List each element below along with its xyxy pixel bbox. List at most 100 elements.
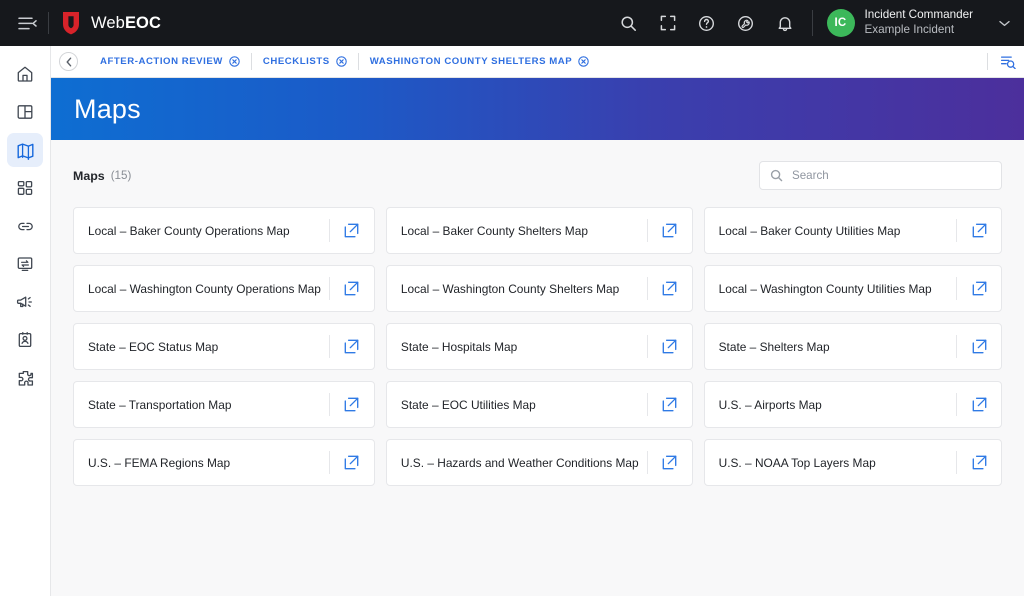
close-circle-icon[interactable]	[229, 56, 240, 67]
map-card[interactable]: Local – Baker County Operations Map	[73, 207, 375, 254]
external-link-icon[interactable]	[648, 382, 692, 427]
sidebar-item-plugins[interactable]	[7, 171, 43, 205]
notifications-bell-icon[interactable]	[774, 12, 796, 34]
map-card-title: Local – Baker County Shelters Map	[401, 224, 647, 238]
search-icon[interactable]	[618, 12, 640, 34]
map-card-title: Local – Washington County Operations Map	[88, 282, 329, 296]
brand-logo-area[interactable]: WebEOC	[61, 11, 161, 35]
map-card[interactable]: State – Hospitals Map	[386, 323, 693, 370]
sidebar-item-maps[interactable]	[7, 133, 43, 167]
map-card-title: U.S. – Hazards and Weather Conditions Ma…	[401, 456, 647, 470]
external-link-icon[interactable]	[648, 324, 692, 369]
header-divider-2	[812, 10, 813, 36]
content-header: Maps (15)	[73, 140, 1002, 207]
sidebar-item-messages[interactable]	[7, 285, 43, 319]
map-card-title: State – Hospitals Map	[401, 340, 647, 354]
external-link-icon[interactable]	[648, 440, 692, 485]
main-column: AFTER-ACTION REVIEW CHECKLISTS WASHINGTO…	[51, 46, 1024, 596]
map-card-title: U.S. – NOAA Top Layers Map	[719, 456, 956, 470]
fullscreen-icon[interactable]	[657, 12, 679, 34]
external-link-icon[interactable]	[957, 266, 1001, 311]
external-link-icon[interactable]	[330, 324, 374, 369]
user-identity: Incident Commander Example Incident	[865, 8, 974, 38]
tab-label: AFTER-ACTION REVIEW	[100, 56, 223, 67]
map-card[interactable]: Local – Washington County Operations Map	[73, 265, 375, 312]
external-link-icon[interactable]	[330, 208, 374, 253]
tab-label: WASHINGTON COUNTY SHELTERS MAP	[370, 56, 573, 67]
external-link-icon[interactable]	[957, 324, 1001, 369]
map-card-title: Local – Baker County Utilities Map	[719, 224, 956, 238]
external-link-icon[interactable]	[330, 382, 374, 427]
tools-icon[interactable]	[735, 12, 757, 34]
external-link-icon[interactable]	[957, 382, 1001, 427]
map-card[interactable]: Local – Washington County Utilities Map	[704, 265, 1002, 312]
external-link-icon[interactable]	[330, 440, 374, 485]
app-body: AFTER-ACTION REVIEW CHECKLISTS WASHINGTO…	[0, 46, 1024, 596]
search-box[interactable]	[759, 161, 1002, 190]
top-header: WebEOC	[0, 0, 1024, 46]
map-card-title: State – EOC Status Map	[88, 340, 329, 354]
map-card-title: State – EOC Utilities Map	[401, 398, 647, 412]
page-hero-banner: Maps	[51, 78, 1024, 140]
chevron-left-icon[interactable]	[59, 52, 78, 71]
avatar: IC	[827, 9, 855, 37]
sidebar-item-contacts[interactable]	[7, 323, 43, 357]
maps-grid: Local – Baker County Operations Map Loca…	[73, 207, 1002, 486]
user-menu[interactable]: IC Incident Commander Example Incident	[827, 8, 1011, 38]
map-card[interactable]: Local – Baker County Utilities Map	[704, 207, 1002, 254]
tab-strip: AFTER-ACTION REVIEW CHECKLISTS WASHINGTO…	[51, 46, 1024, 78]
sidebar-item-file-library[interactable]	[7, 247, 43, 281]
external-link-icon[interactable]	[957, 440, 1001, 485]
map-card[interactable]: Local – Baker County Shelters Map	[386, 207, 693, 254]
map-card-title: State – Transportation Map	[88, 398, 329, 412]
chevron-down-icon[interactable]	[999, 14, 1010, 32]
map-icon	[16, 141, 35, 160]
tab-washington-county-shelters-map[interactable]: WASHINGTON COUNTY SHELTERS MAP	[359, 52, 601, 72]
dashboard-layout-icon	[16, 103, 34, 121]
tab-after-action-review[interactable]: AFTER-ACTION REVIEW	[89, 52, 251, 72]
find-in-list-icon[interactable]	[988, 54, 1016, 69]
close-circle-icon[interactable]	[336, 56, 347, 67]
user-incident: Example Incident	[865, 23, 974, 38]
external-link-icon[interactable]	[957, 208, 1001, 253]
page-title: Maps	[74, 94, 141, 125]
external-link-icon[interactable]	[330, 266, 374, 311]
help-icon[interactable]	[696, 12, 718, 34]
map-card[interactable]: State – Shelters Map	[704, 323, 1002, 370]
map-card[interactable]: State – Transportation Map	[73, 381, 375, 428]
brand-title: WebEOC	[91, 14, 161, 33]
sidebar-item-home[interactable]	[7, 57, 43, 91]
sidebar-item-links[interactable]	[7, 209, 43, 243]
monitor-exchange-icon	[16, 255, 34, 273]
map-card[interactable]: State – EOC Utilities Map	[386, 381, 693, 428]
section-count: (15)	[111, 169, 132, 182]
close-circle-icon[interactable]	[578, 56, 589, 67]
grid-apps-icon	[16, 179, 34, 197]
search-input[interactable]	[792, 169, 991, 182]
external-link-icon[interactable]	[648, 208, 692, 253]
user-name: Incident Commander	[865, 8, 974, 23]
home-icon	[16, 65, 34, 83]
map-card-title: U.S. – FEMA Regions Map	[88, 456, 329, 470]
menu-collapse-icon[interactable]	[10, 8, 44, 38]
section-title: Maps	[73, 169, 105, 183]
brand-suffix: EOC	[125, 14, 161, 32]
external-link-icon[interactable]	[648, 266, 692, 311]
tab-checklists[interactable]: CHECKLISTS	[252, 52, 358, 72]
tab-label: CHECKLISTS	[263, 56, 330, 67]
map-card[interactable]: U.S. – Airports Map	[704, 381, 1002, 428]
map-card[interactable]: Local – Washington County Shelters Map	[386, 265, 693, 312]
map-card[interactable]: U.S. – NOAA Top Layers Map	[704, 439, 1002, 486]
link-icon	[16, 217, 35, 236]
sidebar-item-boards[interactable]	[7, 95, 43, 129]
map-card[interactable]: State – EOC Status Map	[73, 323, 375, 370]
map-card-title: Local – Washington County Utilities Map	[719, 282, 956, 296]
map-card-title: U.S. – Airports Map	[719, 398, 956, 412]
map-card[interactable]: U.S. – Hazards and Weather Conditions Ma…	[386, 439, 693, 486]
map-card-title: Local – Washington County Shelters Map	[401, 282, 647, 296]
map-card[interactable]: U.S. – FEMA Regions Map	[73, 439, 375, 486]
puzzle-piece-icon	[16, 369, 35, 388]
sidebar-item-extensions[interactable]	[7, 361, 43, 395]
map-card-title: Local – Baker County Operations Map	[88, 224, 329, 238]
webeoc-shield-icon	[61, 11, 81, 35]
